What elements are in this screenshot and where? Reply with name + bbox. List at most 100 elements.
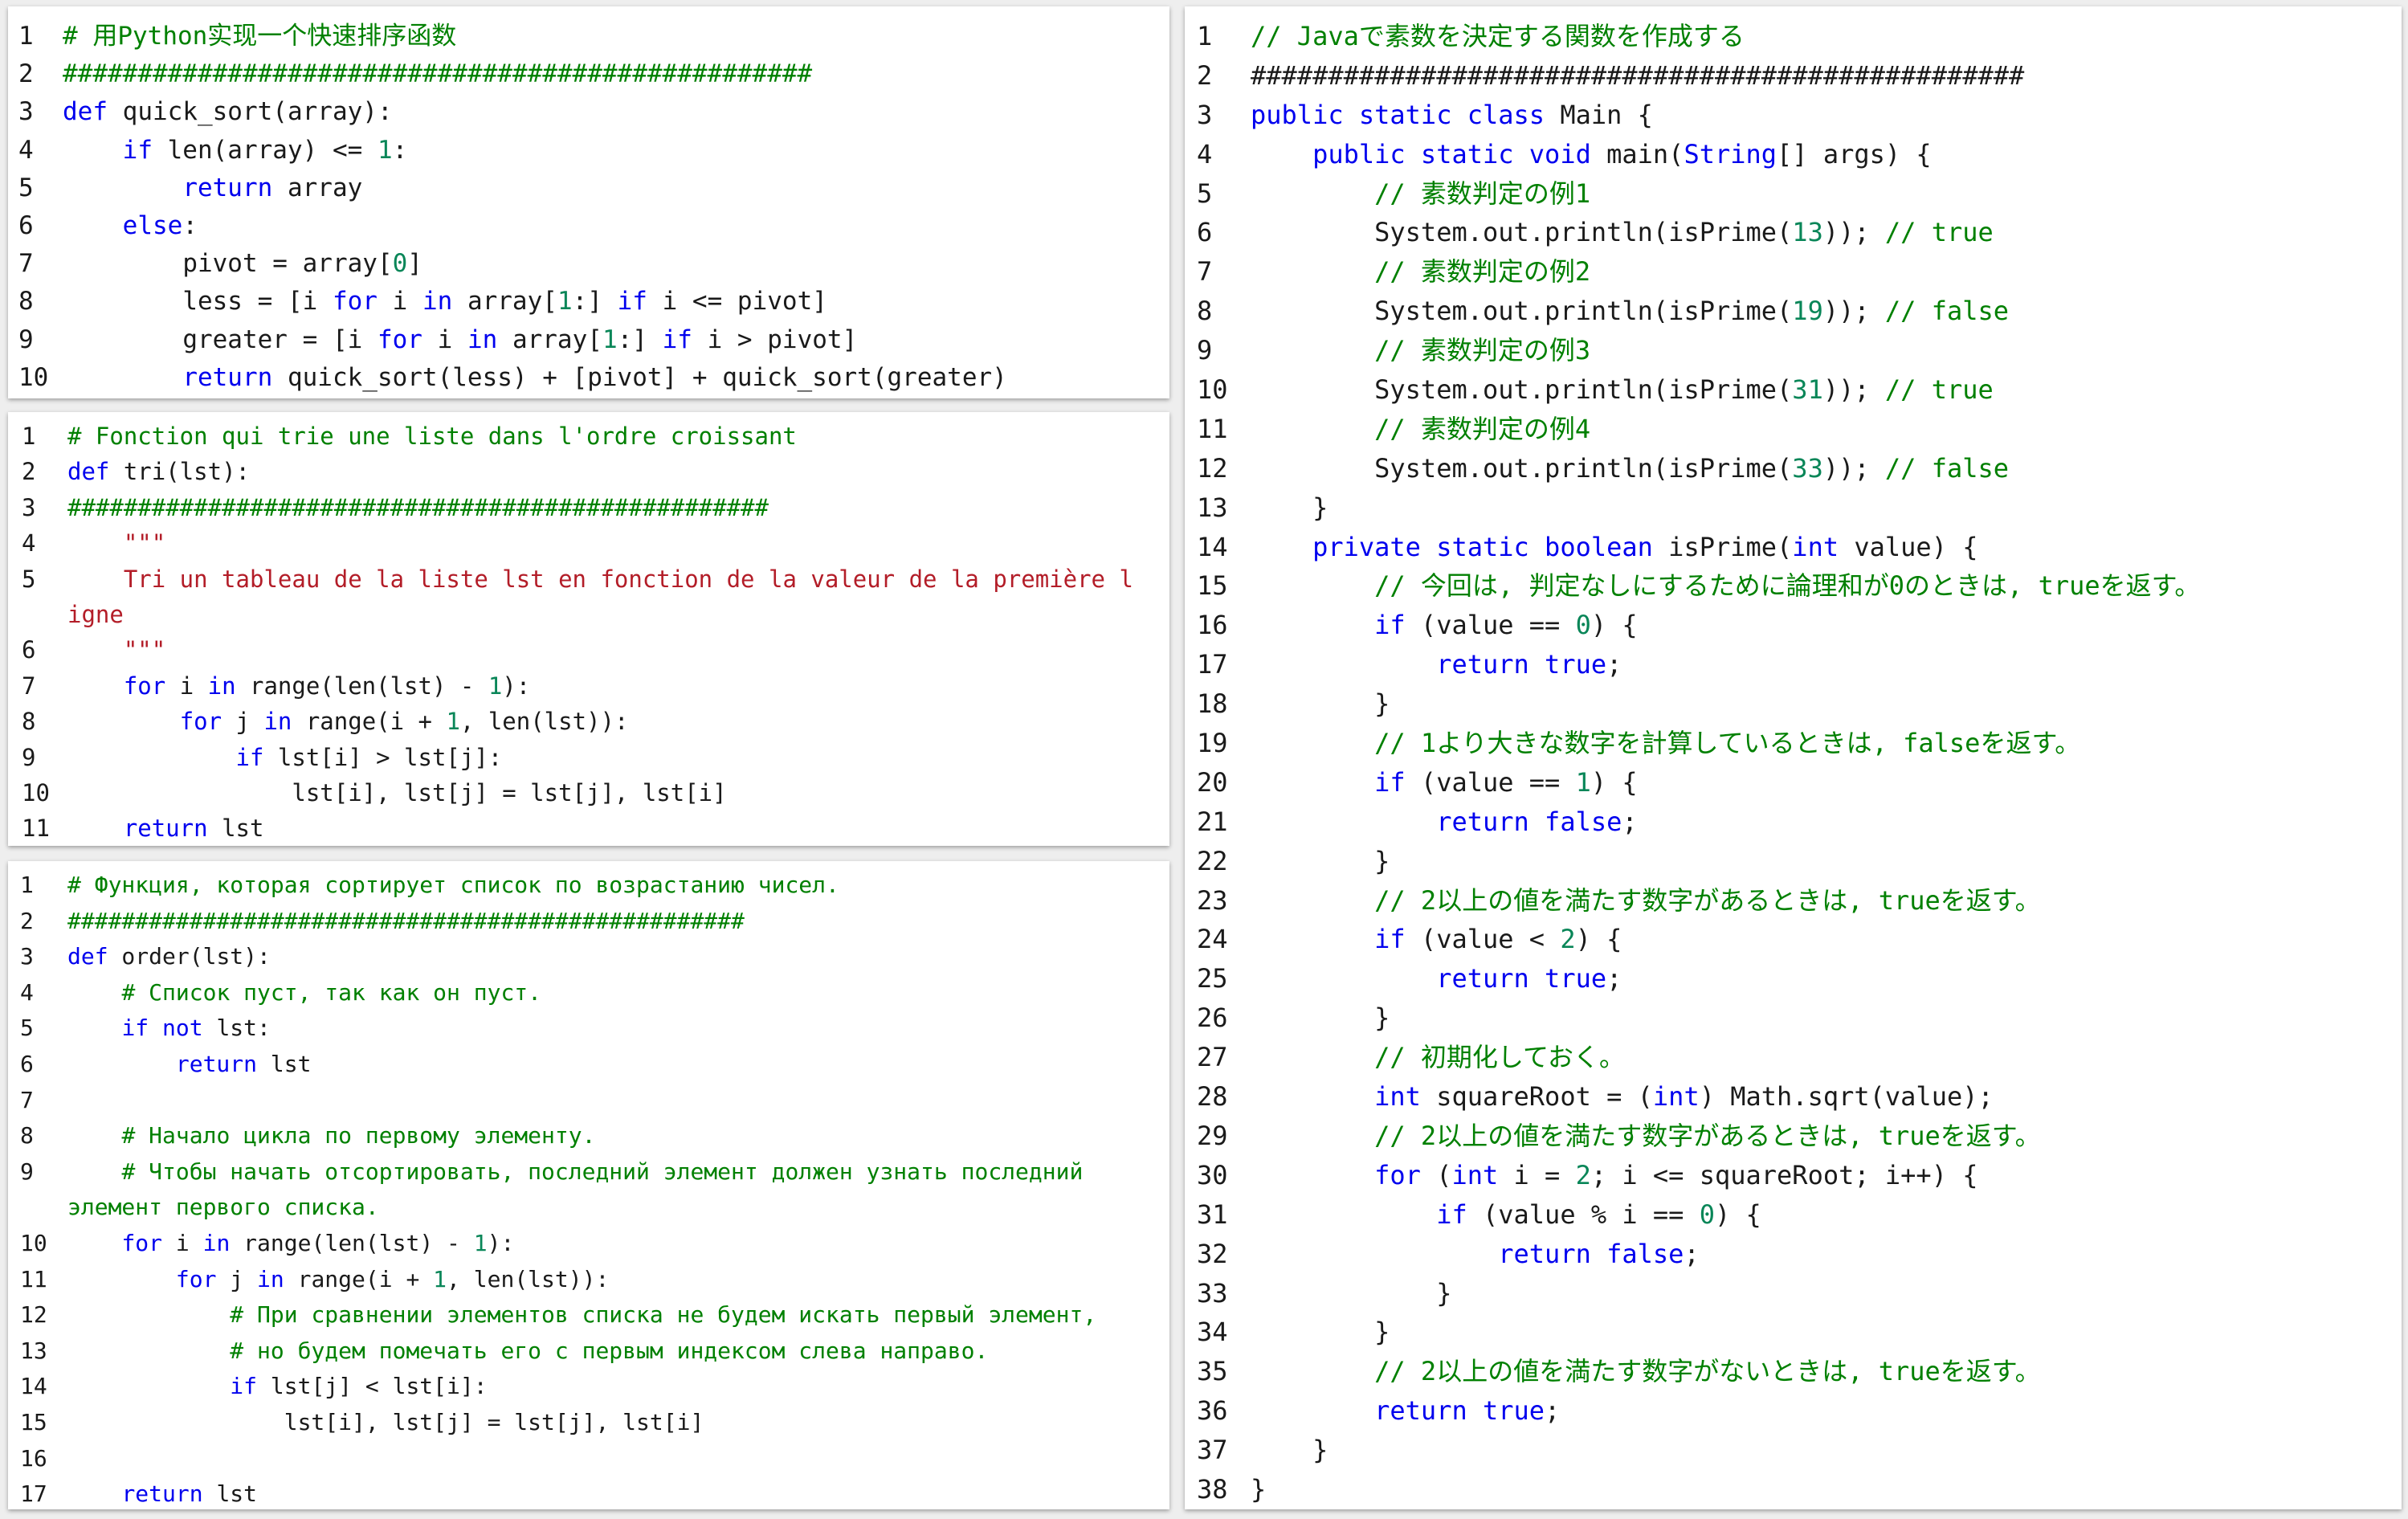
code-token: def <box>67 943 108 970</box>
code-token: Main { <box>1545 99 1653 130</box>
code-line: 6 System.out.println(isPrime(13)); // tr… <box>1185 213 2402 252</box>
code-line: 11 return lst <box>8 811 1169 846</box>
code-token: in <box>207 672 236 700</box>
code-token: if <box>662 325 692 354</box>
code-token: 2 <box>1560 924 1576 955</box>
code-token: def <box>67 458 110 486</box>
code-line: 2 #######################################… <box>8 55 1169 93</box>
code-token: in <box>257 1265 284 1292</box>
code-token: ########################################… <box>63 59 813 89</box>
code-token: 31 <box>1792 374 1823 406</box>
code-line: 10 for i in range(len(lst) - 1): <box>8 1226 1169 1262</box>
code-token: (value % i == <box>1467 1198 1700 1230</box>
code-token: 1 <box>557 287 573 316</box>
line-number: 3 <box>18 97 34 127</box>
code-token: return <box>175 1050 258 1077</box>
code-line: 6 else: <box>8 207 1169 245</box>
code-text: // 初期化しておく。 <box>1251 1038 2402 1077</box>
code-line: 5 Tri un tableau de la liste lst en fonc… <box>8 561 1169 597</box>
line-number: 11 <box>20 1265 47 1292</box>
code-token: # При сравнении элементов списка не буде… <box>230 1301 1097 1329</box>
code-token: for <box>121 1229 163 1256</box>
code-line: 17 return lst <box>8 1476 1169 1509</box>
code-text: ########################################… <box>67 904 1169 940</box>
code-text: if (value % i == 0) { <box>1251 1195 2402 1235</box>
code-token: // 素数判定の例1 <box>1374 178 1591 209</box>
code-token: i <box>377 287 422 316</box>
code-token: int <box>1792 531 1839 562</box>
code-panel-python-quicksort: 1 # 用Python实现一个快速排序函数 2 ###################… <box>8 6 1169 398</box>
code-token: tri(lst): <box>109 458 250 486</box>
code-token: ; <box>1622 806 1638 837</box>
code-token: if <box>1436 1198 1467 1230</box>
code-line: 18 } <box>1185 684 2402 724</box>
code-token: return false <box>1498 1238 1684 1269</box>
code-line: 4 """ <box>8 525 1169 561</box>
line-number: 17 <box>1197 649 1228 680</box>
code-token: def <box>63 97 108 127</box>
code-text: if not lst: <box>67 1011 1169 1047</box>
code-text: lst[i], lst[j] = lst[j], lst[i] <box>67 775 1169 811</box>
code-token: ] <box>407 249 422 279</box>
code-token: ): <box>487 1229 515 1256</box>
code-text: # Список пуст, так как он пуст. <box>67 975 1169 1011</box>
code-token: if <box>230 1373 258 1400</box>
code-token: array[ <box>452 287 557 316</box>
line-number: 9 <box>1197 335 1213 366</box>
line-number: 5 <box>22 565 36 593</box>
code-token: , len(lst)): <box>447 1265 610 1292</box>
code-line: 38} <box>1185 1470 2402 1509</box>
line-number: 31 <box>1197 1198 1228 1230</box>
code-token: igne <box>67 601 124 629</box>
code-token: )); <box>1822 452 1885 484</box>
line-number: 8 <box>22 708 36 736</box>
code-token: array[ <box>497 325 602 354</box>
code-token: lst <box>257 1050 312 1077</box>
code-token: // true <box>1884 374 1994 406</box>
code-token: in <box>422 287 453 316</box>
code-token: range(len(lst) - <box>230 1229 474 1256</box>
code-line: 11 // 素数判定の例4 <box>1185 410 2402 449</box>
line-number: 10 <box>20 1229 47 1256</box>
code-text: def quick_sort(array): <box>63 93 1169 131</box>
code-line: 7 <box>8 1083 1169 1119</box>
code-token: j <box>216 1265 258 1292</box>
code-text: // 2以上の値を満たす数字があるときは, trueを返す。 <box>1251 1117 2402 1156</box>
code-line: 8 less = [i for i in array[1:] if i <= p… <box>8 283 1169 321</box>
line-number: 34 <box>1197 1317 1228 1348</box>
code-line: 30 for (int i = 2; i <= squareRoot; i++)… <box>1185 1156 2402 1195</box>
code-line: 8 for j in range(i + 1, len(lst)): <box>8 704 1169 739</box>
code-token: } <box>1251 845 1390 876</box>
code-line: 31 if (value % i == 0) { <box>1185 1195 2402 1235</box>
line-number: 12 <box>20 1301 47 1329</box>
code-token: 0 <box>1699 1198 1715 1230</box>
code-text: return false; <box>1251 1235 2402 1274</box>
code-line: 14 private static boolean isPrime(int va… <box>1185 528 2402 567</box>
code-text: if len(array) <= 1: <box>63 132 1169 169</box>
line-number: 17 <box>20 1480 47 1508</box>
code-line: 33 } <box>1185 1274 2402 1313</box>
code-token: ) { <box>1714 1198 1761 1230</box>
code-token: if <box>121 1015 149 1042</box>
code-text: // 今回は, 判定なしにするために論理和が0のときは, trueを返す。 <box>1251 566 2402 606</box>
code-text: """ <box>67 525 1169 561</box>
code-token: i > pivot] <box>692 325 858 354</box>
code-token: ########################################… <box>67 493 769 521</box>
code-line: 11 for j in range(i + 1, len(lst)): <box>8 1262 1169 1298</box>
line-number: 5 <box>20 1015 34 1042</box>
code-line: igne <box>8 597 1169 632</box>
line-number: 27 <box>1197 1042 1228 1073</box>
code-token: } <box>1251 1435 1328 1466</box>
code-text: # Начало цикла по первому элементу. <box>67 1118 1169 1154</box>
code-text: less = [i for i in array[1:] if i <= piv… <box>63 283 1169 321</box>
code-token: return <box>182 173 273 202</box>
code-line: 4 public static void main(String[] args)… <box>1185 135 2402 174</box>
code-token: 1 <box>473 1229 488 1256</box>
